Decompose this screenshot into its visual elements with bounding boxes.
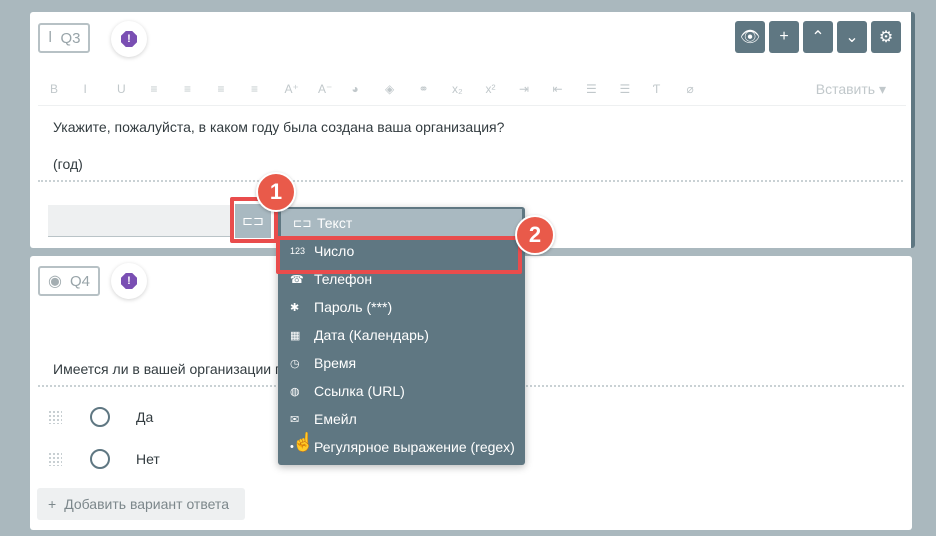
text-cursor-icon: I [48, 29, 53, 46]
add-option-button[interactable]: + Добавить вариант ответа [37, 488, 245, 520]
font-decrease-tool[interactable]: A⁻ [318, 82, 352, 96]
insert-dropdown[interactable]: Вставить ▾ [816, 81, 886, 98]
outdent-tool[interactable]: ⇤ [553, 82, 587, 96]
radio-button[interactable] [90, 449, 110, 469]
indent-tool[interactable]: ⇥ [519, 82, 553, 96]
question-text[interactable]: Укажите, пожалуйста, в каком году была с… [53, 119, 504, 135]
warning-icon: ! [121, 273, 137, 289]
bullet-list-tool[interactable]: ☰ [586, 82, 620, 96]
menu-item-password[interactable]: ✱ Пароль (***) [278, 293, 525, 321]
eye-icon: 👁 [739, 29, 761, 46]
radio-button[interactable] [90, 407, 110, 427]
plus-icon: + [48, 496, 57, 512]
menu-item-regex[interactable]: • Регулярное выражение (regex) [278, 433, 525, 461]
answer-input[interactable] [48, 205, 233, 237]
warning-icon: ! [121, 31, 137, 47]
chevron-down-icon: ⌄ [845, 29, 859, 46]
step-marker-1: 1 [256, 172, 296, 212]
menu-item-label: Дата (Календарь) [314, 327, 429, 343]
gear-icon: ⚙ [878, 29, 894, 46]
question-hint[interactable]: (год) [53, 156, 83, 172]
question-badge-q4[interactable]: ◉ Q4 [38, 266, 100, 296]
question-number: Q3 [60, 29, 81, 47]
move-up-button[interactable]: ⌃ [803, 21, 833, 53]
fill-icon[interactable]: ◈ [385, 82, 419, 96]
clear-format-tool[interactable]: Ƭ [653, 82, 687, 96]
menu-item-label: Регулярное выражение (regex) [314, 439, 515, 455]
menu-item-url[interactable]: ◍ Ссылка (URL) [278, 377, 525, 405]
text-field-icon: ⊏⊐ [293, 217, 312, 230]
radio-icon: ◉ [48, 273, 62, 290]
menu-item-date[interactable]: ▦ Дата (Календарь) [278, 321, 525, 349]
divider [38, 180, 903, 182]
font-increase-tool[interactable]: A⁺ [285, 82, 319, 96]
move-down-button[interactable]: ⌄ [837, 21, 867, 53]
align-left-tool[interactable]: ≡ [151, 82, 185, 96]
menu-item-label: Текст [317, 215, 353, 231]
password-icon: ✱ [290, 301, 300, 314]
editor-toolbar: B I U ≡ ≡ ≡ ≡ A⁺ A⁻ ◕ ◈ ⚭ x₂ x² ⇥ ⇤ ☰ ☰ … [38, 72, 906, 106]
menu-item-label: Емейл [314, 411, 357, 427]
preview-button[interactable]: 👁 [735, 21, 765, 53]
italic-tool[interactable]: I [84, 82, 118, 96]
align-right-tool[interactable]: ≡ [218, 82, 252, 96]
menu-item-time[interactable]: ◷ Время [278, 349, 525, 377]
chevron-up-icon: ⌃ [811, 29, 825, 46]
option-label[interactable]: Нет [136, 451, 160, 467]
step-marker-2: 2 [515, 215, 555, 255]
hand-cursor-icon: ☝ [292, 432, 315, 452]
plus-icon: + [779, 28, 789, 45]
question-badge-q3[interactable]: I Q3 [38, 23, 91, 53]
align-justify-tool[interactable]: ≡ [251, 82, 285, 96]
menu-item-label: Ссылка (URL) [314, 383, 405, 399]
superscript-tool[interactable]: x² [486, 82, 520, 96]
add-option-label: Добавить вариант ответа [64, 496, 229, 512]
drag-handle-icon[interactable] [48, 410, 62, 424]
bold-tool[interactable]: B [50, 82, 84, 96]
menu-item-label: Время [314, 355, 357, 371]
drag-handle-icon[interactable] [48, 452, 62, 466]
numbered-list-tool[interactable]: ☰ [620, 82, 654, 96]
phone-icon: ☎ [290, 273, 304, 286]
list-item: Да [48, 402, 153, 432]
link-icon[interactable]: ⚭ [419, 82, 453, 96]
mail-icon: ✉ [290, 413, 300, 426]
menu-item-label: Пароль (***) [314, 299, 393, 315]
align-center-tool[interactable]: ≡ [184, 82, 218, 96]
menu-item-email[interactable]: ✉ Емейл [278, 405, 525, 433]
menu-item-text[interactable]: ⊏⊐ Текст [281, 209, 522, 237]
question-actions: 👁 + ⌃ ⌄ ⚙ [735, 21, 901, 53]
list-item: Нет [48, 444, 160, 474]
question-number: Q4 [69, 272, 90, 290]
add-question-button[interactable]: + [769, 21, 799, 53]
underline-tool[interactable]: U [117, 82, 151, 96]
warning-badge[interactable]: ! [111, 21, 147, 57]
clock-icon: ◷ [290, 357, 300, 370]
remove-link-tool[interactable]: ⌀ [687, 82, 721, 96]
question-text[interactable]: Имеется ли в вашей организации п [53, 361, 283, 377]
option-label[interactable]: Да [136, 409, 153, 425]
settings-button[interactable]: ⚙ [871, 21, 901, 53]
warning-badge[interactable]: ! [111, 263, 147, 299]
palette-icon[interactable]: ◕ [352, 82, 386, 96]
calendar-icon: ▦ [290, 329, 301, 342]
globe-icon: ◍ [290, 385, 300, 398]
subscript-tool[interactable]: x₂ [452, 82, 486, 96]
highlight-box-number-item [276, 236, 522, 274]
